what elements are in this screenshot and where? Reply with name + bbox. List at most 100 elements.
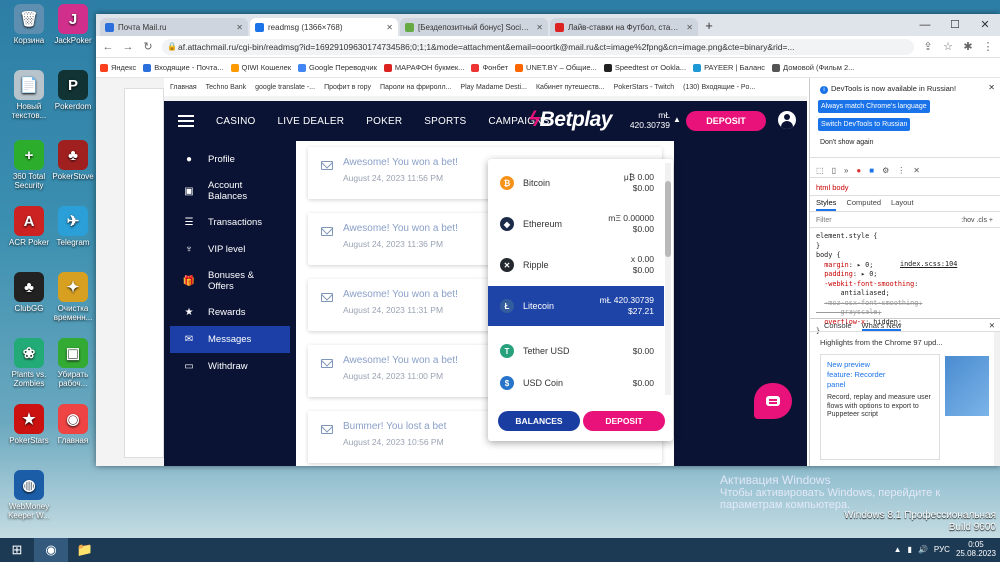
bookmark-item-2[interactable]: google translate -... xyxy=(255,84,315,91)
wallet-scrollbar[interactable] xyxy=(665,163,671,395)
menu-item-account-balances[interactable]: ▣ Account Balances xyxy=(170,173,290,209)
betplay-logo[interactable]: ϟBetplay xyxy=(529,108,612,132)
bookmark-item[interactable]: QIWI Кошелек xyxy=(230,63,291,72)
menu-item-messages[interactable]: ✉ Messages xyxy=(170,326,290,353)
wallet-row-usd-coin[interactable]: $ USD Coin $0.00 xyxy=(488,363,664,395)
drawer-close-icon[interactable]: ✕ xyxy=(989,319,995,332)
desktop-icon-clubgg[interactable]: ♣ ClubGG xyxy=(6,272,52,313)
bookmark-item[interactable]: Google Переводчик xyxy=(298,63,377,72)
drawer-tab-what-s-new[interactable]: What's New xyxy=(861,319,902,331)
tray-language[interactable]: РУС xyxy=(934,545,950,554)
menu-item-rewards[interactable]: ★ Rewards xyxy=(170,299,290,326)
desktop-icon-jackpoker[interactable]: J JackPoker xyxy=(50,4,96,45)
tab-close-icon[interactable]: ✕ xyxy=(386,23,393,32)
caret-up-icon[interactable]: ▲ xyxy=(673,115,681,124)
header-balance[interactable]: mŁ 420.30739 xyxy=(618,110,670,130)
chat-button[interactable] xyxy=(754,383,792,419)
deposit-button[interactable]: DEPOSIT xyxy=(686,111,766,131)
bookmark-item-2[interactable]: Главная xyxy=(170,84,197,91)
switch-russian-button[interactable]: Switch DevTools to Russian xyxy=(818,118,911,131)
nav-casino[interactable]: CASINO xyxy=(216,116,256,127)
desktop-icon-chrome[interactable]: ◉ Главная xyxy=(50,404,96,445)
tab-close-icon[interactable]: ✕ xyxy=(686,23,693,32)
browser-tab[interactable]: Почта Mail.ru ✕ xyxy=(100,18,248,36)
bookmark-item[interactable]: UNET.BY – Общие... xyxy=(515,63,597,72)
menu-item-bonuses-offers[interactable]: 🎁 Bonuses & Offers xyxy=(170,263,290,299)
bookmark-item-2[interactable]: Пароли на фриролл... xyxy=(380,84,451,91)
dont-show-again-link[interactable]: Don't show again xyxy=(820,139,873,146)
star-icon[interactable]: ☆ xyxy=(942,40,954,53)
bookmark-item-2[interactable]: Play Madame Desti... xyxy=(460,84,527,91)
settings-gear-icon[interactable]: ⚙ xyxy=(882,166,889,175)
close-devtools-icon[interactable]: ✕ xyxy=(913,166,920,175)
bookmark-item[interactable]: Входящие - Почта... xyxy=(143,63,224,72)
whats-new-card[interactable]: New preview feature: Recorder panel Reco… xyxy=(820,354,940,460)
dom-breadcrumb[interactable]: html body xyxy=(810,178,1000,196)
bookmark-item-2[interactable]: (130) Входящие - Po... xyxy=(683,84,755,91)
url-field[interactable]: 🔒 af.attachmail.ru/cgi-bin/readmsg?id=169… xyxy=(162,38,914,55)
browser-tab[interactable]: readmsg (1366×768) ✕ xyxy=(250,18,398,36)
desktop-icon-acr[interactable]: A ACR Poker xyxy=(6,206,52,247)
browser-tab[interactable]: Лайв-ставки на Футбол, ставки... ✕ xyxy=(550,18,698,36)
forward-icon[interactable]: → xyxy=(122,41,134,53)
card-link-3[interactable]: panel xyxy=(827,380,933,390)
desktop-icon-webmoney[interactable]: ◍ WebMoney Keeper W... xyxy=(6,470,52,520)
minimize-button[interactable]: — xyxy=(910,14,940,36)
drawer-tab-console[interactable]: Console xyxy=(824,319,852,331)
error-icon[interactable]: ● xyxy=(856,166,861,175)
nav-poker[interactable]: POKER xyxy=(366,116,402,127)
desktop-icon-pokerstars[interactable]: ★ PokerStars xyxy=(6,404,52,445)
taskbar-chrome-icon[interactable]: ◉ xyxy=(34,538,68,562)
bookmark-item[interactable]: Яндекс xyxy=(100,63,136,72)
inspect-icon[interactable]: ⬚ xyxy=(816,166,824,175)
reload-icon[interactable]: ↻ xyxy=(142,40,154,53)
menu-item-withdraw[interactable]: ▭ Withdraw xyxy=(170,353,290,380)
match-language-button[interactable]: Always match Chrome's language xyxy=(818,100,930,113)
tray-arrow-icon[interactable]: ▲ xyxy=(894,545,902,554)
desktop-icon-pokerstove[interactable]: ♣ PokerStove xyxy=(50,140,96,181)
desktop-icon-newfolder[interactable]: 📄 Новый текстов... xyxy=(6,70,52,120)
bookmark-item[interactable]: Домовой (Фильм 2... xyxy=(772,63,854,72)
devtools-tab-computed[interactable]: Computed xyxy=(846,198,881,211)
close-icon[interactable]: ✕ xyxy=(988,83,995,92)
wallet-row-ripple[interactable]: ✕ Ripple x 0.00 $0.00 xyxy=(488,245,664,285)
bookmark-item[interactable]: Speedtest от Ookla... xyxy=(603,63,686,72)
tab-close-icon[interactable]: ✕ xyxy=(236,23,243,32)
menu-item-vip-level[interactable]: ♆ VIP level xyxy=(170,236,290,263)
tray-clock[interactable]: 0:05 25.08.2023 xyxy=(956,540,996,558)
wallet-deposit-button[interactable]: DEPOSIT xyxy=(583,411,665,431)
desktop-icon-cleaner[interactable]: ✦ Очистка временн... xyxy=(50,272,96,322)
wallet-row-bitcoin[interactable]: ₿ Bitcoin μ₿ 0.00 $0.00 xyxy=(488,163,664,203)
start-button[interactable]: ⊞ xyxy=(0,538,34,562)
devtools-tab-layout[interactable]: Layout xyxy=(891,198,914,211)
close-window-button[interactable]: ✕ xyxy=(970,14,1000,36)
bookmark-item[interactable]: МАРАФОН букмек... xyxy=(383,63,464,72)
bookmark-item-2[interactable]: Techno Bank xyxy=(206,84,246,91)
more-tabs-icon[interactable]: » xyxy=(844,166,848,175)
nav-live-dealer[interactable]: LIVE DEALER xyxy=(278,116,345,127)
bookmark-item[interactable]: Фонбет xyxy=(471,63,508,72)
bookmark-item-2[interactable]: PokerStars - Twitch xyxy=(614,84,675,91)
tray-network-icon[interactable]: ▮ xyxy=(908,545,912,554)
bookmark-item-2[interactable]: Кабинет путешеств... xyxy=(536,84,605,91)
balances-button[interactable]: BALANCES xyxy=(498,411,580,431)
card-link-1[interactable]: New preview xyxy=(827,360,933,370)
menu-item-profile[interactable]: ● Profile xyxy=(170,146,290,173)
new-tab-button[interactable]: + xyxy=(700,18,718,36)
tab-close-icon[interactable]: ✕ xyxy=(536,23,543,32)
wallet-row-litecoin[interactable]: Ł Litecoin mŁ 420.30739 $27.21 xyxy=(488,286,664,326)
desktop-icon-recycle[interactable]: 🗑 Корзина xyxy=(6,4,52,45)
card-link-2[interactable]: feature: Recorder xyxy=(827,370,933,380)
taskbar-explorer-icon[interactable]: 📁 xyxy=(68,538,102,562)
hamburger-icon[interactable] xyxy=(178,115,194,127)
kebab-icon[interactable]: ⋮ xyxy=(897,166,905,175)
desktop-icon-360[interactable]: +360 Total Security xyxy=(6,140,52,190)
devtools-scrollbar[interactable] xyxy=(994,332,1000,466)
maximize-button[interactable]: ☐ xyxy=(940,14,970,36)
desktop-icon-telegram[interactable]: ✈ Telegram xyxy=(50,206,96,247)
styles-filter[interactable]: Filter :hov .cls + xyxy=(810,214,1000,228)
bookmark-item-2[interactable]: Профит в гору xyxy=(324,84,371,91)
filter-tools[interactable]: :hov .cls + xyxy=(961,214,993,228)
issues-icon[interactable]: ■ xyxy=(869,166,874,175)
menu-icon[interactable]: ⋮ xyxy=(982,40,994,53)
